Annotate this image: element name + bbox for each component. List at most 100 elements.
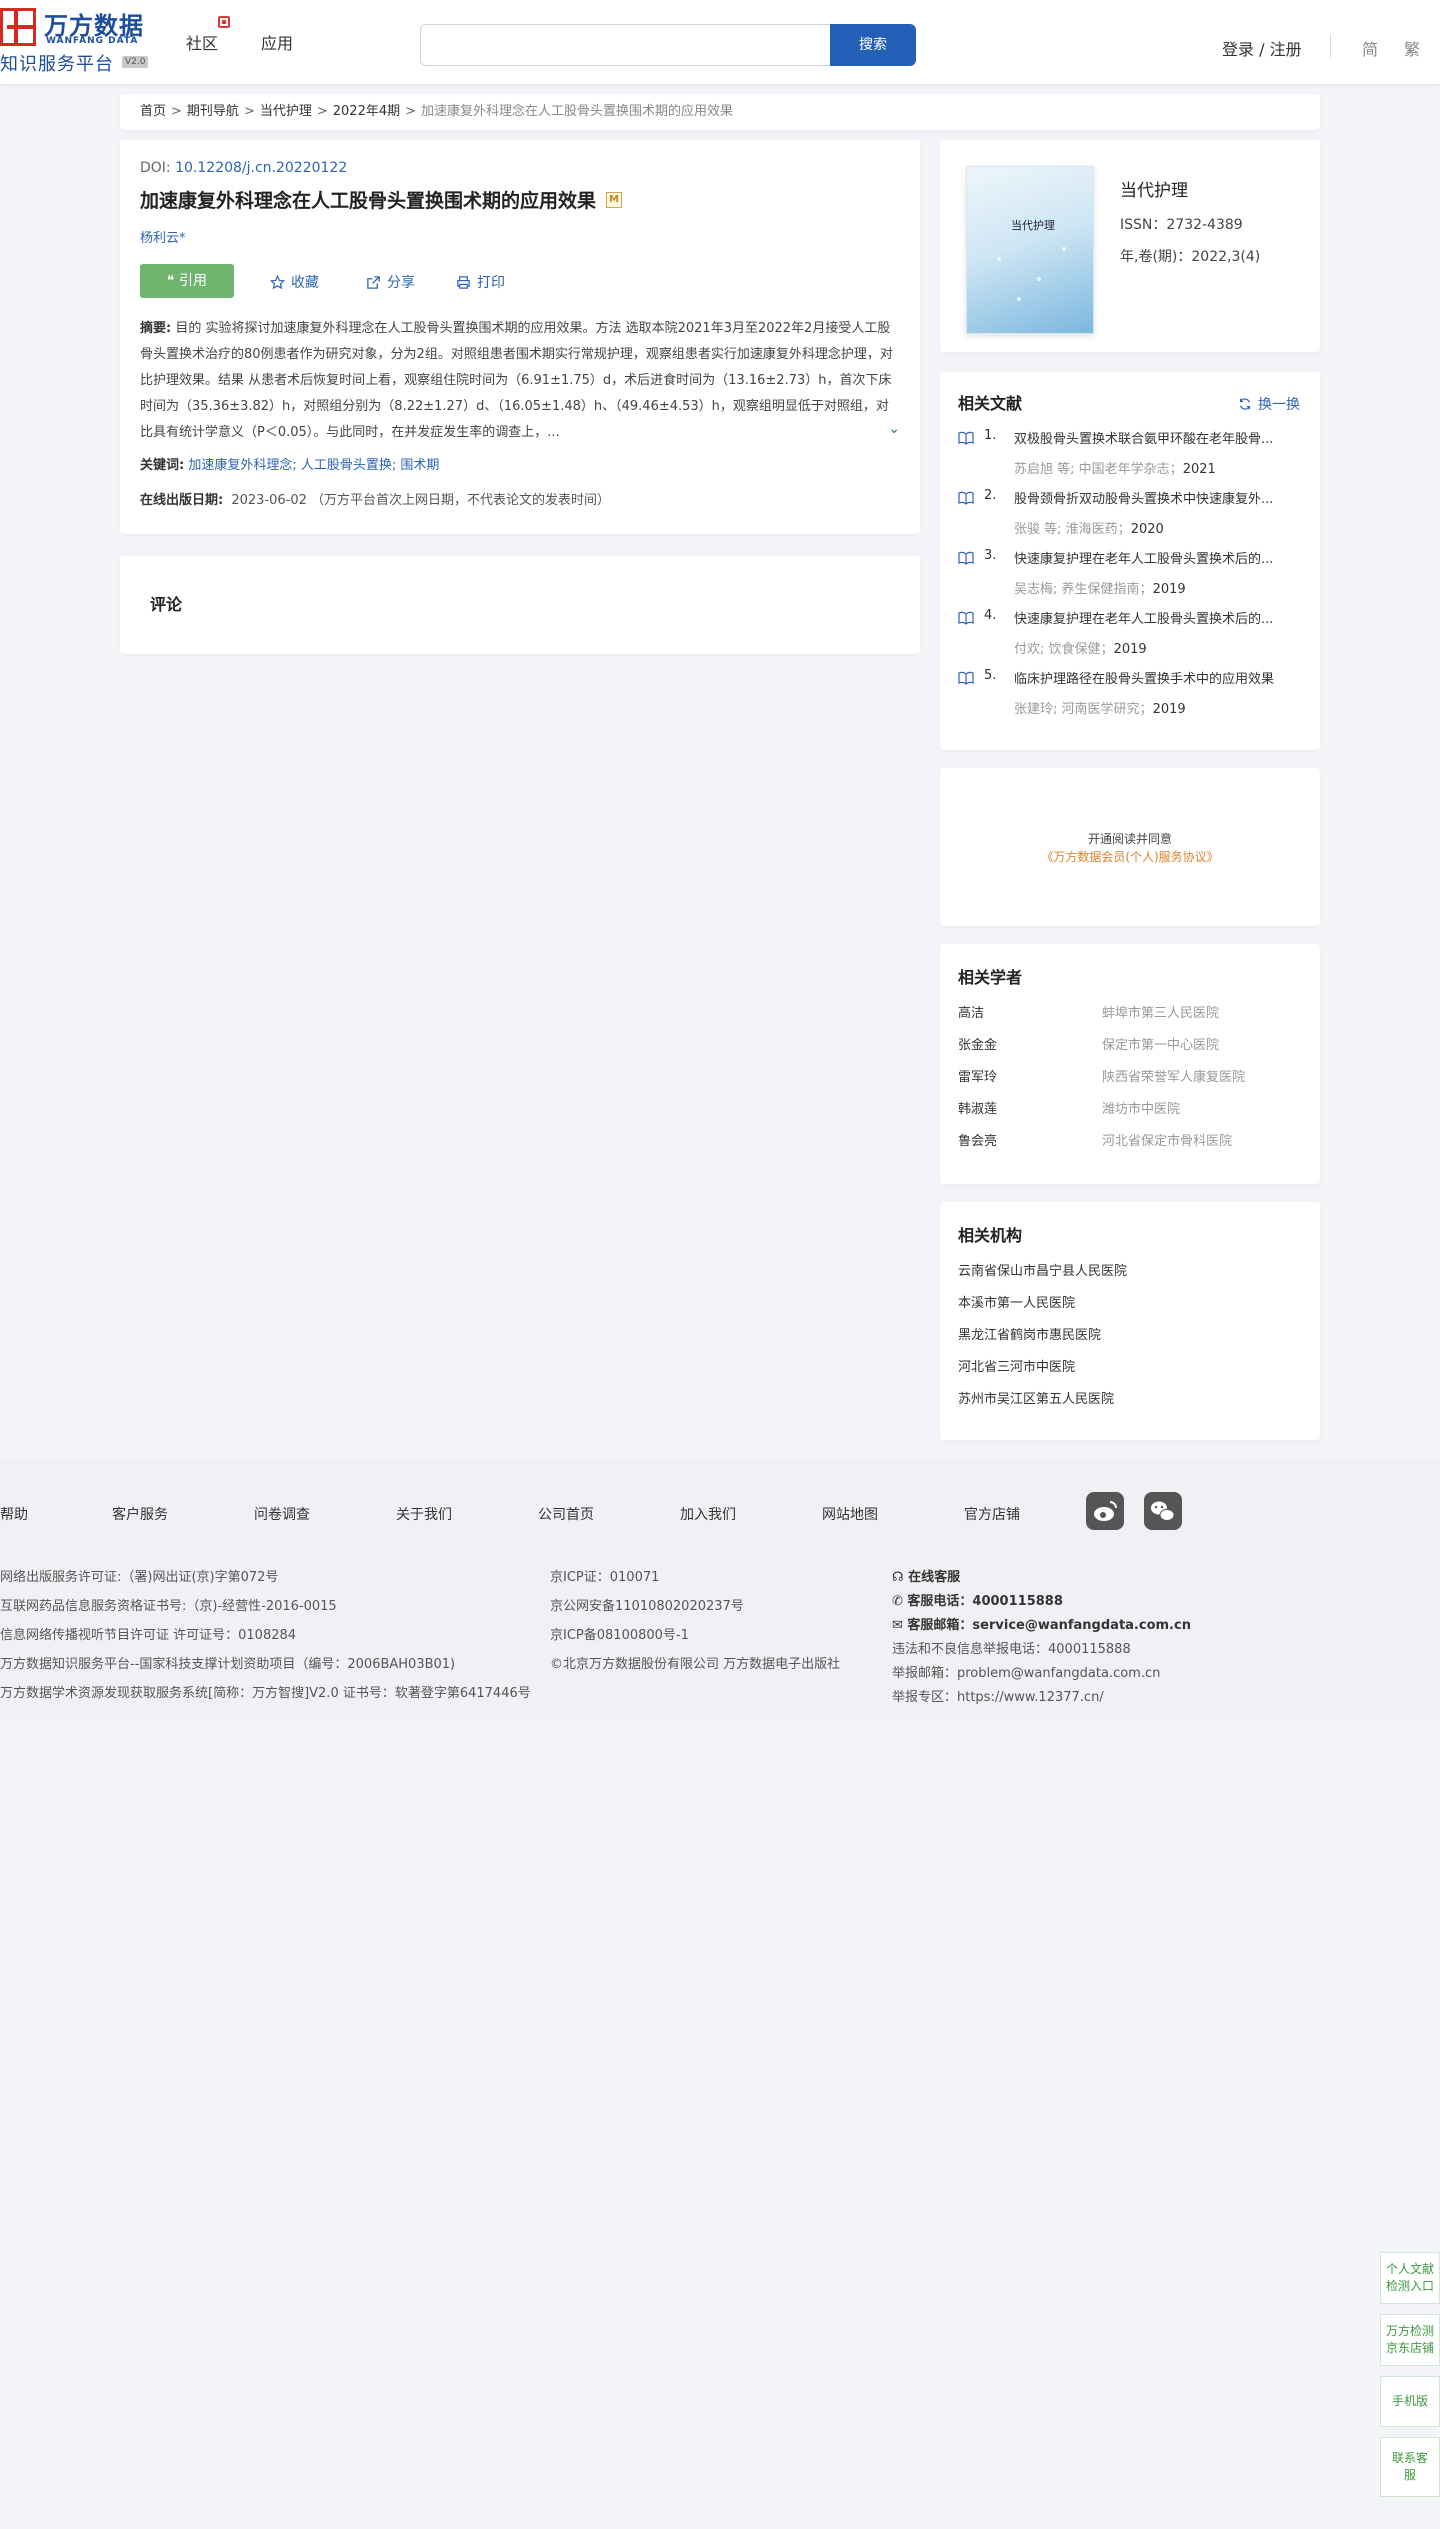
refresh-button[interactable]: 换一换 <box>1238 394 1300 414</box>
related-doc-year: 2020 <box>1130 522 1164 537</box>
author-link[interactable]: 杨利云* <box>140 227 900 246</box>
related-doc-year: 2019 <box>1113 642 1147 657</box>
related-doc-num: 1. <box>984 428 997 443</box>
related-doc-num: 4. <box>984 608 997 623</box>
doi-line: DOI: 10.12208/j.cn.20220122 <box>140 160 900 176</box>
org-item[interactable]: 黑龙江省鹤岗市惠民医院 <box>958 1324 1302 1356</box>
comment-title: 评论 <box>150 595 183 614</box>
scholar-name[interactable]: 雷军玲 <box>958 1066 997 1085</box>
report-area-link[interactable]: 举报专区：https://www.12377.cn/ <box>892 1686 1104 1705</box>
org-item[interactable]: 云南省保山市昌宁县人民医院 <box>958 1260 1302 1292</box>
doi-label: DOI: <box>140 160 171 176</box>
cover-decoration <box>1017 297 1021 301</box>
footer-link-store[interactable]: 官方店铺 <box>964 1504 1020 1524</box>
breadcrumb-journal[interactable]: 当代护理 <box>260 104 312 119</box>
footer-link-help[interactable]: 帮助 <box>0 1504 28 1524</box>
journal-cover-image[interactable]: 当代护理 <box>966 166 1094 334</box>
float-mobile[interactable]: 手机版 <box>1380 2376 1440 2427</box>
weibo-icon[interactable] <box>1086 1492 1124 1530</box>
online-service-link[interactable]: ☊ 在线客服 <box>892 1566 960 1585</box>
org-item[interactable]: 河北省三河市中医院 <box>958 1356 1302 1388</box>
related-doc-item[interactable]: 1. 双极股骨头置换术联合氨甲环酸在老年股骨... 苏启旭 等; 中国老年学杂志… <box>958 428 1302 488</box>
footer-icp-3[interactable]: 京ICP备08100800号-1 <box>550 1624 689 1643</box>
footer-icp-2[interactable]: 京公网安备11010802020237号 <box>550 1595 744 1614</box>
breadcrumb-issue[interactable]: 2022年4期 <box>333 104 400 119</box>
footer-license-2: 互联网药品信息服务资格证书号:（京)-经营性-2016-0015 <box>0 1599 337 1614</box>
footer-link-company[interactable]: 公司首页 <box>538 1504 594 1524</box>
related-doc-authors: 张骏 等; <box>1014 522 1062 537</box>
share-button[interactable]: 分享 <box>366 272 415 292</box>
related-doc-title[interactable]: 临床护理路径在股骨头置换手术中的应用效果 <box>1014 668 1314 687</box>
footer-link-about[interactable]: 关于我们 <box>396 1504 452 1524</box>
org-item[interactable]: 本溪市第一人民医院 <box>958 1292 1302 1324</box>
float-contact-service[interactable]: 联系客服 <box>1380 2437 1440 2497</box>
footer-link-survey[interactable]: 问卷调查 <box>254 1504 310 1524</box>
book-icon <box>958 611 974 625</box>
scholar-institution[interactable]: 河北省保定市骨科医院 <box>1102 1130 1232 1149</box>
related-doc-item[interactable]: 5. 临床护理路径在股骨头置换手术中的应用效果 张建玲; 河南医学研究；2019 <box>958 668 1302 728</box>
search-button[interactable]: 搜索 <box>830 24 916 66</box>
wanfang-logo[interactable]: 万方数据 WANFANG DATA 知识服务平台 V2.0 <box>0 8 160 75</box>
headset-icon: ☊ <box>892 1570 909 1585</box>
membership-agreement-link[interactable]: 《万方数据会员(个人)服务协议》 <box>940 848 1320 865</box>
service-email: ✉ 客服邮箱：service@wanfangdata.com.cn <box>892 1614 1191 1633</box>
related-doc-title[interactable]: 快速康复护理在老年人工股骨头置换术后的... <box>1014 608 1314 627</box>
refresh-label: 换一换 <box>1258 397 1300 413</box>
float-literature-check[interactable]: 个人文献检测入口 <box>1380 2252 1440 2304</box>
article-panel: DOI: 10.12208/j.cn.20220122 加速康复外科理念在人工股… <box>120 140 920 534</box>
journal-card: 当代护理 当代护理 ISSN：2732-4389 年,卷(期)：2022,3(4… <box>940 140 1320 352</box>
printer-icon <box>457 275 470 289</box>
scholar-name[interactable]: 韩淑莲 <box>958 1098 997 1117</box>
related-doc-item[interactable]: 2. 股骨颈骨折双动股骨头置换术中快速康复外... 张骏 等; 淮海医药；202… <box>958 488 1302 548</box>
related-doc-title[interactable]: 股骨颈骨折双动股骨头置换术中快速康复外... <box>1014 488 1314 507</box>
footer-icp-1[interactable]: 京ICP证：010071 <box>550 1566 659 1585</box>
related-doc-item[interactable]: 3. 快速康复护理在老年人工股骨头置换术后的... 吴志梅; 养生保健指南；20… <box>958 548 1302 608</box>
floating-sidebar: 个人文献检测入口 万方检测京东店铺 手机版 联系客服 <box>1380 2252 1440 2507</box>
chevron-double-down-icon[interactable]: ⌄ <box>884 416 900 442</box>
related-doc-authors: 苏启旭 等; <box>1014 462 1075 477</box>
scholar-institution[interactable]: 保定市第一中心医院 <box>1102 1034 1219 1053</box>
scholars-list: 高洁 蚌埠市第三人民医院 张金金 保定市第一中心医院 雷军玲 陕西省荣誉军人康复医院 … <box>958 1002 1302 1162</box>
breadcrumb-journal-nav[interactable]: 期刊导航 <box>187 104 239 119</box>
scholar-name[interactable]: 鲁会亮 <box>958 1130 997 1149</box>
lang-simplified[interactable]: 简 <box>1362 36 1378 60</box>
scholar-institution[interactable]: 潍坊市中医院 <box>1102 1098 1180 1117</box>
nav-community[interactable]: 社区 <box>186 30 218 54</box>
keywords-links[interactable]: 加速康复外科理念; 人工股骨头置换; 围术期 <box>188 458 439 473</box>
scholar-name[interactable]: 张金金 <box>958 1034 997 1053</box>
breadcrumb-home[interactable]: 首页 <box>140 104 166 119</box>
footer-link-join[interactable]: 加入我们 <box>680 1504 736 1524</box>
login-register-link[interactable]: 登录 / 注册 <box>1222 36 1302 60</box>
lang-traditional[interactable]: 繁 <box>1404 36 1420 60</box>
journal-name[interactable]: 当代护理 <box>1120 176 1188 201</box>
print-button[interactable]: 打印 <box>456 272 505 292</box>
related-doc-title[interactable]: 快速康复护理在老年人工股骨头置换术后的... <box>1014 548 1314 567</box>
search-input[interactable] <box>420 24 830 66</box>
related-doc-title[interactable]: 双极股骨头置换术联合氨甲环酸在老年股骨... <box>1014 428 1314 447</box>
article-title: 加速康复外科理念在人工股骨头置换围术期的应用效果 <box>140 190 597 212</box>
service-phone: ✆ 客服电话：4000115888 <box>892 1590 1063 1609</box>
media-badge-icon[interactable]: M <box>606 191 623 208</box>
footer-link-sitemap[interactable]: 网站地图 <box>822 1504 878 1524</box>
wechat-icon[interactable] <box>1144 1492 1182 1530</box>
related-doc-item[interactable]: 4. 快速康复护理在老年人工股骨头置换术后的... 付欢; 饮食保健；2019 <box>958 608 1302 668</box>
related-doc-source: 淮海医药 <box>1065 522 1118 537</box>
cover-title: 当代护理 <box>1011 219 1055 232</box>
scholar-institution[interactable]: 陕西省荣誉军人康复医院 <box>1102 1066 1245 1085</box>
cite-button[interactable]: ❝ 引用 <box>140 264 234 298</box>
org-item[interactable]: 苏州市吴江区第五人民医院 <box>958 1388 1302 1420</box>
scholar-name[interactable]: 高洁 <box>958 1002 984 1021</box>
float-jd-store[interactable]: 万方检测京东店铺 <box>1380 2314 1440 2366</box>
favorite-button[interactable]: 收藏 <box>270 272 319 292</box>
doi-link[interactable]: 10.12208/j.cn.20220122 <box>175 160 347 176</box>
membership-ad[interactable]: 开通阅读并同意 《万方数据会员(个人)服务协议》 <box>940 768 1320 926</box>
print-label: 打印 <box>477 275 505 291</box>
community-notification-icon <box>218 16 230 28</box>
phone-icon: ✆ <box>892 1594 908 1609</box>
cover-decoration <box>997 257 1001 261</box>
footer-link-customer-service[interactable]: 客户服务 <box>112 1504 168 1524</box>
scholar-institution[interactable]: 蚌埠市第三人民医院 <box>1102 1002 1219 1021</box>
orgs-title: 相关机构 <box>958 1226 1023 1245</box>
nav-apps[interactable]: 应用 <box>261 30 293 54</box>
journal-issn: ISSN：2732-4389 <box>1120 217 1243 233</box>
